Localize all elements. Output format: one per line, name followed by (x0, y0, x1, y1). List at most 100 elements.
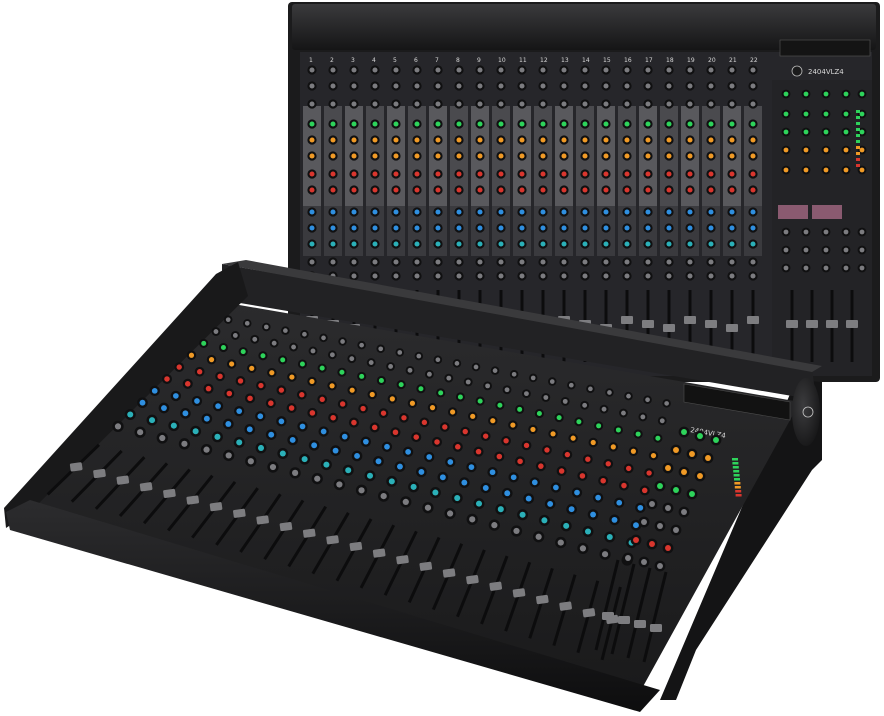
knob (255, 411, 266, 422)
knob-cap (729, 83, 735, 89)
knob-cap (624, 225, 630, 231)
knob (437, 471, 449, 483)
knob (664, 135, 674, 145)
knob-cap (708, 241, 714, 247)
knob (454, 151, 464, 161)
knob (307, 119, 317, 129)
knob (523, 493, 535, 504)
knob-cap (750, 171, 756, 177)
knob-cap (556, 415, 562, 421)
knob (337, 399, 348, 409)
knob-cap (633, 537, 639, 543)
fader-cap (256, 515, 269, 525)
knob-cap (519, 171, 525, 177)
knob (267, 461, 279, 473)
knob-cap (547, 500, 554, 507)
knob-cap (454, 495, 461, 502)
knob-cap (576, 419, 582, 425)
knob (529, 477, 540, 488)
knob-cap (519, 137, 525, 143)
fader-cap (663, 324, 675, 332)
knob-cap (393, 171, 399, 177)
knob (605, 388, 614, 397)
knob (444, 373, 454, 383)
knob (841, 263, 851, 273)
knob (475, 65, 485, 75)
knob (317, 394, 328, 405)
knob (706, 151, 716, 161)
knob (287, 372, 297, 382)
knob-cap (330, 67, 336, 73)
fader-cap (139, 482, 153, 492)
knob (431, 436, 443, 447)
knob-cap (435, 137, 441, 143)
knob (748, 207, 758, 217)
back-channel-number: 14 (582, 57, 590, 64)
knob-cap (229, 361, 235, 367)
knob-cap (713, 437, 719, 443)
knob (592, 492, 604, 503)
knob-cap (393, 241, 399, 247)
knob-cap (414, 273, 420, 279)
knob (494, 451, 505, 462)
knob (278, 355, 288, 365)
knob (781, 227, 791, 237)
knob (568, 433, 578, 443)
knob (349, 169, 359, 179)
knob-cap (309, 121, 315, 127)
knob (664, 169, 674, 179)
knob-cap (803, 265, 809, 271)
knob (509, 370, 519, 379)
knob (559, 207, 569, 217)
knob-cap (561, 241, 567, 247)
knob-cap (536, 410, 542, 416)
knob (748, 239, 758, 249)
knob (496, 169, 506, 179)
knob (146, 414, 158, 426)
knob (412, 271, 422, 281)
knob-cap (624, 83, 630, 89)
knob (580, 81, 590, 91)
knob-cap (414, 209, 420, 215)
knob-cap (603, 67, 609, 73)
knob (433, 169, 443, 179)
knob-cap (519, 259, 525, 265)
knob-cap (485, 383, 491, 389)
knob-cap (435, 67, 441, 73)
knob-cap (697, 473, 703, 479)
knob-cap (213, 329, 219, 334)
knob-cap (525, 495, 532, 502)
knob-cap (181, 440, 188, 447)
knob (307, 407, 318, 418)
knob (473, 446, 484, 457)
knob-cap (418, 386, 424, 392)
knob (466, 461, 477, 473)
level-meter-segment (856, 164, 860, 167)
knob (496, 185, 506, 195)
knob-cap (574, 489, 580, 496)
knob-cap (645, 153, 651, 159)
knob (678, 466, 690, 478)
knob (580, 185, 590, 195)
knob-cap (258, 444, 265, 451)
knob-cap (649, 501, 655, 507)
knob-cap (823, 229, 829, 235)
level-meter-segment (735, 494, 742, 497)
knob (559, 135, 569, 145)
knob-cap (705, 455, 711, 461)
knob-cap (309, 153, 315, 159)
knob-cap (314, 475, 321, 482)
knob (412, 65, 422, 75)
knob (821, 109, 831, 119)
knob (419, 417, 430, 428)
knob (517, 271, 527, 281)
knob (439, 422, 450, 432)
knob (857, 245, 867, 255)
fader-cap (582, 608, 596, 618)
knob (355, 484, 368, 496)
knob (245, 393, 256, 404)
knob (622, 119, 632, 129)
knob-cap (750, 101, 756, 107)
knob-cap (461, 479, 468, 486)
knob (386, 475, 398, 487)
